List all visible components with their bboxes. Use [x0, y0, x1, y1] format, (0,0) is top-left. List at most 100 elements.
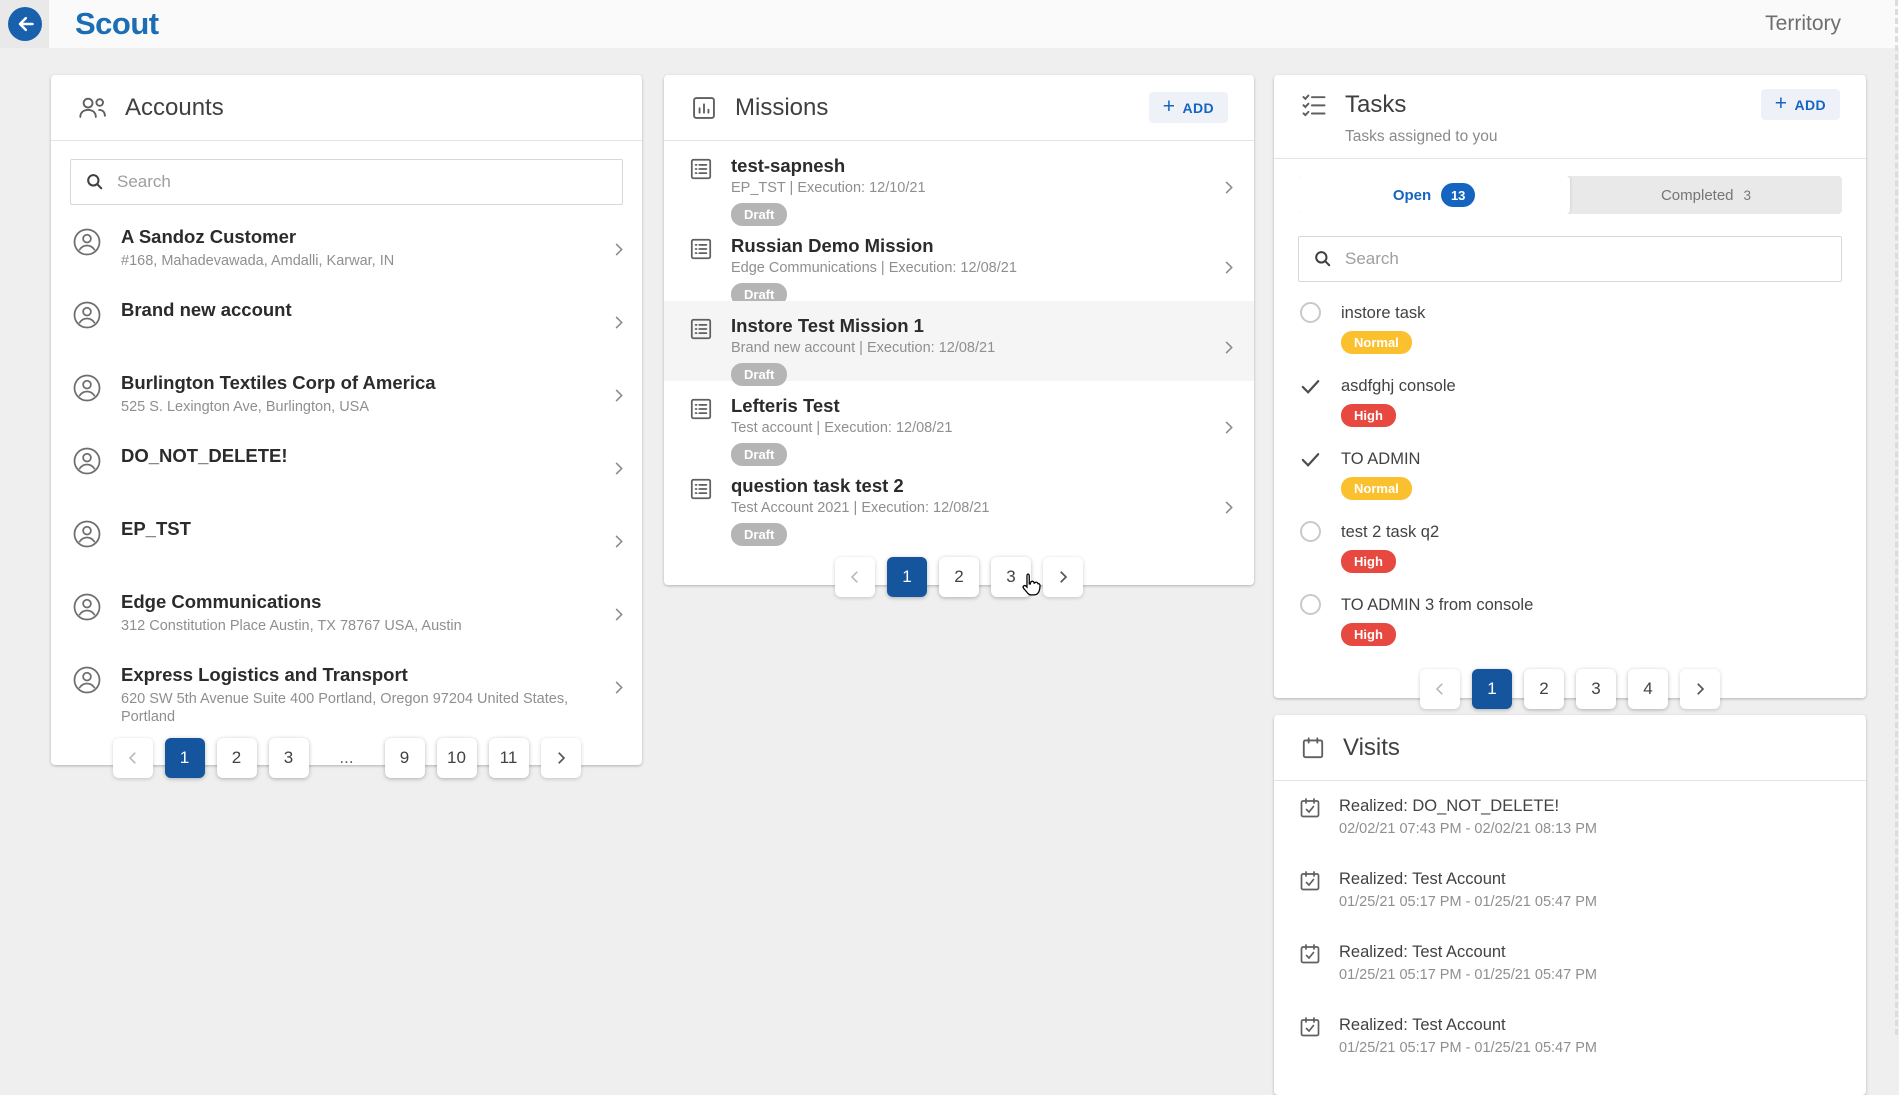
- visit-row[interactable]: Realized: DO_NOT_DELETE! 02/02/21 07:43 …: [1274, 781, 1866, 854]
- page-button[interactable]: 10: [437, 738, 477, 778]
- page-button[interactable]: 1: [1472, 669, 1512, 709]
- priority-badge: High: [1341, 404, 1396, 427]
- accounts-search-input[interactable]: [115, 171, 622, 193]
- chevron-right-icon: [609, 459, 628, 478]
- account-name: EP_TST: [121, 517, 609, 541]
- back-button[interactable]: [8, 7, 42, 41]
- page-button[interactable]: 1: [887, 557, 927, 597]
- account-address: 620 SW 5th Avenue Suite 400 Portland, Or…: [121, 690, 609, 726]
- account-row[interactable]: Edge Communications312 Constitution Plac…: [51, 578, 642, 651]
- page-button[interactable]: 2: [217, 738, 257, 778]
- chevron-right-icon: [552, 749, 570, 767]
- page-button[interactable]: 2: [1524, 669, 1564, 709]
- tab-open-label: Open: [1393, 187, 1431, 204]
- chevron-right-icon: [609, 386, 628, 405]
- mission-row[interactable]: question task test 2 Test Account 2021 |…: [664, 461, 1254, 541]
- checklist-icon: [1300, 91, 1328, 119]
- chevron-right-icon: [1219, 338, 1238, 357]
- add-mission-label: ADD: [1182, 100, 1214, 116]
- task-unchecked-icon[interactable]: [1298, 302, 1323, 323]
- mission-clipboard-icon: [688, 316, 714, 347]
- account-person-icon: [72, 227, 102, 262]
- prev-page-button[interactable]: [835, 557, 875, 597]
- task-row[interactable]: instore task Normal: [1274, 288, 1866, 361]
- completed-count: 3: [1744, 188, 1752, 203]
- next-page-button[interactable]: [541, 738, 581, 778]
- task-unchecked-icon[interactable]: [1298, 594, 1323, 615]
- people-icon: [77, 95, 108, 120]
- task-checked-icon[interactable]: [1298, 448, 1323, 471]
- task-row[interactable]: TO ADMIN 3 from console High: [1274, 580, 1866, 653]
- account-person-icon: [72, 665, 102, 700]
- plus-icon: +: [1163, 96, 1176, 117]
- next-page-button[interactable]: [1043, 557, 1083, 597]
- account-row[interactable]: DO_NOT_DELETE!: [51, 432, 642, 505]
- mission-meta: Edge Communications | Execution: 12/08/2…: [731, 260, 1219, 276]
- mission-row[interactable]: test-sapnesh EP_TST | Execution: 12/10/2…: [664, 141, 1254, 221]
- page-button[interactable]: 2: [939, 557, 979, 597]
- page-button[interactable]: 1: [165, 738, 205, 778]
- task-checked-icon[interactable]: [1298, 375, 1323, 398]
- mission-row[interactable]: Lefteris Test Test account | Execution: …: [664, 381, 1254, 461]
- account-name: Burlington Textiles Corp of America: [121, 371, 609, 395]
- mission-row[interactable]: Instore Test Mission 1 Brand new account…: [664, 301, 1254, 381]
- mission-row[interactable]: Russian Demo Mission Edge Communications…: [664, 221, 1254, 301]
- page-button[interactable]: 4: [1628, 669, 1668, 709]
- tasks-subtitle: Tasks assigned to you: [1345, 128, 1840, 146]
- page-button[interactable]: 11: [489, 738, 529, 778]
- search-icon: [85, 172, 105, 192]
- prev-page-button[interactable]: [113, 738, 153, 778]
- tasks-search-input[interactable]: [1343, 248, 1841, 270]
- visit-row[interactable]: Realized: Test Account 01/25/21 05:17 PM…: [1274, 927, 1866, 1000]
- window-edge: [1895, 0, 1898, 1035]
- add-task-button[interactable]: +ADD: [1761, 89, 1840, 120]
- visit-time: 02/02/21 07:43 PM - 02/02/21 08:13 PM: [1339, 821, 1597, 837]
- priority-badge: Normal: [1341, 477, 1412, 500]
- add-mission-button[interactable]: + ADD: [1149, 92, 1228, 123]
- add-task-label: ADD: [1794, 97, 1826, 113]
- mission-name: test-sapnesh: [731, 154, 1219, 177]
- visit-row[interactable]: Realized: Test Account 01/25/21 05:17 PM…: [1274, 1000, 1866, 1073]
- page-button[interactable]: 3: [1576, 669, 1616, 709]
- next-page-button[interactable]: [1680, 669, 1720, 709]
- task-row[interactable]: TO ADMIN Normal: [1274, 434, 1866, 507]
- visit-time: 01/25/21 05:17 PM - 01/25/21 05:47 PM: [1339, 894, 1597, 910]
- tab-completed[interactable]: Completed 3: [1570, 176, 1842, 214]
- account-row[interactable]: A Sandoz Customer#168, Mahadevawada, Amd…: [51, 213, 642, 286]
- account-name: Edge Communications: [121, 590, 609, 614]
- account-person-icon: [72, 592, 102, 627]
- calendar-check-icon: [1298, 796, 1322, 825]
- task-row[interactable]: asdfghj console High: [1274, 361, 1866, 434]
- dashboard: Accounts A Sandoz Customer#168, Mahadeva…: [0, 48, 1899, 1095]
- account-name: DO_NOT_DELETE!: [121, 444, 609, 468]
- account-person-icon: [72, 446, 102, 481]
- missions-panel: Missions +ADD test-sapnesh EP_TST | Exec…: [664, 75, 1254, 585]
- task-unchecked-icon[interactable]: [1298, 521, 1323, 542]
- account-row[interactable]: Brand new account: [51, 286, 642, 359]
- chevron-right-icon: [1219, 258, 1238, 277]
- task-name: test 2 task q2: [1341, 521, 1439, 543]
- page-button[interactable]: 9: [385, 738, 425, 778]
- account-row[interactable]: Burlington Textiles Corp of America525 S…: [51, 359, 642, 432]
- calendar-check-icon: [1298, 869, 1322, 898]
- account-name: A Sandoz Customer: [121, 225, 609, 249]
- visits-panel: Visits Realized: DO_NOT_DELETE! 02/02/21…: [1274, 715, 1866, 1095]
- page-button[interactable]: 3: [991, 557, 1031, 597]
- task-row[interactable]: test 2 task q2 High: [1274, 507, 1866, 580]
- prev-page-button[interactable]: [1420, 669, 1460, 709]
- calendar-check-icon: [1298, 942, 1322, 971]
- missions-pagination: 1 2 3: [664, 557, 1254, 597]
- account-row[interactable]: Express Logistics and Transport620 SW 5t…: [51, 651, 642, 724]
- visit-row[interactable]: Realized: Test Account 01/25/21 05:17 PM…: [1274, 854, 1866, 927]
- priority-badge: High: [1341, 550, 1396, 573]
- tab-open[interactable]: Open 13: [1298, 176, 1570, 214]
- top-bar: Scout Territory: [0, 0, 1899, 48]
- accounts-panel: Accounts A Sandoz Customer#168, Mahadeva…: [51, 75, 642, 765]
- back-button-container: [0, 0, 49, 48]
- chevron-right-icon: [609, 313, 628, 332]
- mission-name: Russian Demo Mission: [731, 234, 1219, 257]
- account-row[interactable]: EP_TST: [51, 505, 642, 578]
- account-person-icon: [72, 300, 102, 335]
- tasks-header: Tasks +ADD Tasks assigned to you: [1274, 75, 1866, 159]
- page-button[interactable]: 3: [269, 738, 309, 778]
